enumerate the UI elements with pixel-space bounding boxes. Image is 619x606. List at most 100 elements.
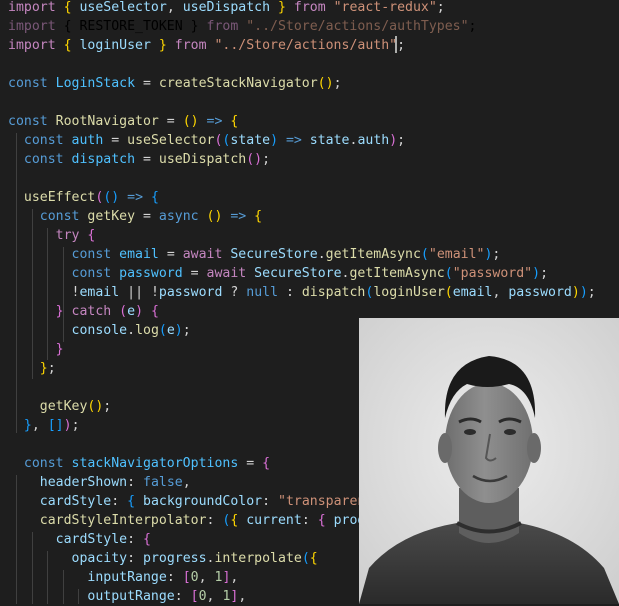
- code-token: try: [55, 228, 88, 243]
- code-token: "react-redux": [333, 0, 437, 15]
- code-line: const auth = useSelector((state) => stat…: [8, 131, 405, 150]
- code-line: const dispatch = useDispatch();: [8, 150, 270, 169]
- code-token: [: [190, 589, 199, 604]
- code-token: "../Store/actions/auth": [214, 38, 398, 53]
- code-token: (: [158, 323, 167, 338]
- code-line: getKey();: [8, 397, 111, 416]
- code-token: =>: [222, 209, 255, 224]
- code-token: cardStyle: [55, 532, 128, 547]
- code-token: =: [158, 114, 183, 129]
- code-token: const: [71, 266, 120, 281]
- code-token: ;: [103, 399, 112, 414]
- code-token: =>: [119, 190, 151, 205]
- code-line: const LoginStack = createStackNavigator(…: [8, 74, 342, 93]
- code-token: log: [135, 323, 159, 338]
- code-line: const email = await SecureStore.getItemA…: [8, 245, 501, 264]
- code-token: {: [63, 0, 80, 15]
- code-token: email: [79, 285, 120, 300]
- code-token: :: [301, 513, 318, 528]
- code-token: ,: [238, 589, 247, 604]
- code-token: outputRange: [87, 589, 175, 604]
- code-token: ;: [397, 38, 406, 53]
- code-token: LoginStack: [55, 76, 136, 91]
- code-token: 0: [190, 570, 199, 585]
- code-token: :: [127, 551, 143, 566]
- code-line: import { RESTORE_TOKEN } from "../Store/…: [8, 17, 476, 36]
- code-token: from: [174, 38, 215, 53]
- code-token: ): [63, 418, 72, 433]
- code-token: console: [71, 323, 128, 338]
- code-token: password: [119, 266, 183, 281]
- code-token: const: [23, 152, 72, 167]
- code-token: await: [182, 247, 231, 262]
- code-token: const: [8, 76, 56, 91]
- code-token: (): [246, 152, 263, 167]
- code-token: null: [246, 285, 279, 300]
- code-token: useEffect: [23, 190, 96, 205]
- code-token: ;: [71, 418, 80, 433]
- code-token: =>: [198, 114, 231, 129]
- code-token: ,: [492, 285, 509, 300]
- code-token: {: [150, 190, 159, 205]
- code-token: ): [571, 285, 580, 300]
- code-token: ;: [333, 76, 342, 91]
- code-token: createStackNavigator: [158, 76, 318, 91]
- code-line: };: [8, 359, 56, 378]
- code-line: const stackNavigatorOptions = {: [8, 454, 270, 473]
- code-token: state: [230, 133, 271, 148]
- code-token: useSelector: [79, 0, 167, 15]
- code-token: const: [23, 456, 72, 471]
- code-line: }: [8, 340, 64, 359]
- code-token: email: [452, 285, 493, 300]
- code-token: false: [143, 475, 183, 490]
- code-token: (: [420, 247, 429, 262]
- code-token: from: [206, 19, 247, 34]
- code-line: const RootNavigator = () => {: [8, 112, 238, 131]
- code-token: (: [444, 285, 453, 300]
- code-token: cardStyle: [39, 494, 112, 509]
- code-token: ,: [31, 418, 48, 433]
- code-token: opacity: [71, 551, 128, 566]
- code-token: {: [254, 209, 263, 224]
- code-token: (: [301, 551, 310, 566]
- code-token: :: [278, 285, 302, 300]
- code-token: useSelector: [127, 133, 215, 148]
- code-token: from: [293, 0, 334, 15]
- code-line: cardStyle: {: [8, 530, 151, 549]
- code-token: stackNavigatorOptions: [71, 456, 239, 471]
- code-token: .: [317, 247, 326, 262]
- code-line: opacity: progress.interpolate({: [8, 549, 318, 568]
- code-token: const: [23, 133, 72, 148]
- code-token: {: [230, 513, 247, 528]
- code-token: {: [309, 551, 318, 566]
- code-token: ;: [436, 0, 445, 15]
- code-token: const: [71, 247, 120, 262]
- code-token: getItemAsync: [349, 266, 445, 281]
- code-token: RootNavigator: [55, 114, 159, 129]
- code-token: }: [39, 361, 48, 376]
- code-token: getItemAsync: [325, 247, 421, 262]
- code-token: ): [389, 133, 398, 148]
- code-line: useEffect(() => {: [8, 188, 159, 207]
- code-token: const: [8, 114, 56, 129]
- code-token: (): [87, 399, 104, 414]
- code-token: =: [135, 76, 159, 91]
- code-token: {: [143, 532, 151, 547]
- code-token: {: [63, 19, 80, 34]
- code-token: ,: [166, 0, 183, 15]
- code-token: {: [230, 114, 239, 129]
- code-token: }: [23, 418, 32, 433]
- code-token: current: [246, 513, 302, 528]
- code-token: =: [103, 133, 128, 148]
